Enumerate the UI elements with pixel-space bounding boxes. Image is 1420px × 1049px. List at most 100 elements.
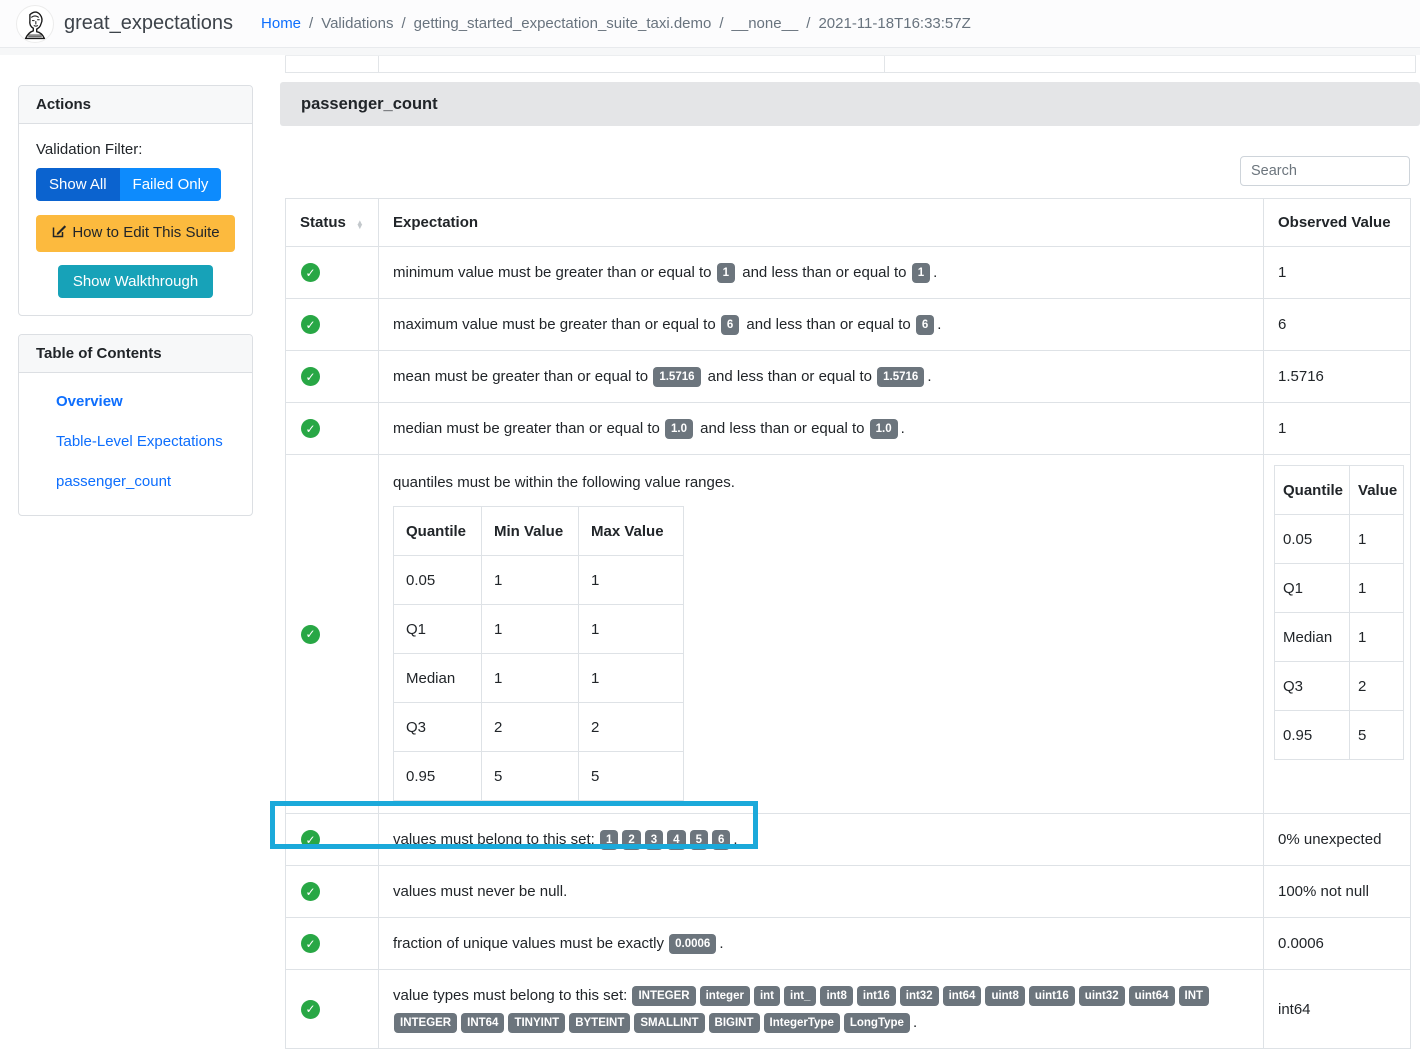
mini-table-cell: 2: [481, 702, 579, 752]
status-pass-icon: ✓: [301, 263, 320, 282]
mini-table-row: Q1 1 1: [393, 604, 684, 654]
how-to-edit-suite-button[interactable]: How to Edit This Suite: [36, 215, 235, 252]
observed-quantile-table: Quantile Value 0.05 1 Q1 1 Median 1 Q3 2 0.95 5: [1273, 465, 1405, 760]
expectation-cell: maximum value must be greater than or eq…: [378, 298, 1264, 351]
expectation-cell: value types must belong to this set: INT…: [378, 969, 1264, 1049]
expectation-text: quantiles must be within the following v…: [393, 474, 735, 491]
mini-table-cell: 1: [578, 604, 684, 654]
value-badge: 1.0: [665, 419, 693, 440]
previous-table-fragment: [285, 55, 1416, 73]
expectation-text: values must never be null.: [393, 883, 568, 900]
mini-table-cell: 2: [1349, 661, 1405, 711]
value-badge: 0.0006: [669, 934, 717, 955]
value-badge: uint16: [1028, 986, 1075, 1007]
pencil-square-icon: [51, 224, 72, 241]
mini-table-cell: 1: [1349, 514, 1405, 564]
expectation-table: Status ▲ ▼ Expectation Observed Value ✓ min…: [270, 198, 1411, 1049]
expectation-text: median must be greater than or equal to …: [393, 415, 1249, 442]
value-badge: int_: [784, 986, 817, 1007]
expectation-text: maximum value must be greater than or eq…: [393, 311, 1249, 338]
breadcrumb-item[interactable]: Home: [261, 15, 301, 32]
expectation-text: mean must be greater than or equal to 1.…: [393, 363, 1249, 390]
table-of-contents-panel: Table of Contents Overview Table-Level Ex…: [18, 333, 253, 516]
mini-table-cell: Median: [393, 653, 482, 703]
mini-table-cell: 1: [1349, 612, 1405, 662]
show-all-button[interactable]: Show All: [36, 168, 120, 201]
expectation-row: ✓ value types must belong to this set: IN…: [285, 969, 1411, 1049]
value-badge: 1.0: [869, 419, 898, 440]
mini-table-cell: Q3: [393, 702, 482, 752]
value-badge: BYTEINT: [569, 1013, 631, 1034]
mini-table-row: 0.95 5: [1273, 710, 1405, 760]
toc-list: Overview Table-Level Expectations passenge…: [19, 373, 252, 515]
expectation-cell: values must belong to this set: 123456.: [378, 813, 1264, 866]
value-badge: 1.5716: [653, 367, 701, 388]
sidebar: Actions Validation Filter: Show All Fail…: [18, 85, 253, 534]
expectation-cell: mean must be greater than or equal to 1.…: [378, 350, 1264, 403]
value-badge: 3: [644, 830, 664, 851]
mini-table-header: Min Value: [481, 506, 579, 556]
value-badge: INT64: [461, 1013, 505, 1034]
toc-item[interactable]: Overview: [36, 390, 235, 414]
mini-table-row: Median 1 1: [393, 653, 684, 703]
value-badge: uint64: [1128, 986, 1175, 1007]
expectation-column-header: Expectation: [378, 198, 1264, 247]
expectation-row: ✓ quantiles must be within the following …: [285, 454, 1411, 814]
validation-filter-label: Validation Filter:: [36, 141, 143, 158]
brand-title[interactable]: great_expectations: [64, 12, 233, 35]
mini-table-row: Q1 1: [1273, 563, 1405, 613]
status-cell: ✓: [285, 454, 379, 814]
value-badge: 5: [689, 830, 708, 851]
observed-value: 6: [1263, 298, 1411, 351]
value-badge: int8: [820, 986, 853, 1007]
value-badge: 6: [711, 830, 731, 851]
mini-table-cell: 1: [1349, 563, 1405, 613]
status-cell: ✓: [285, 298, 379, 351]
mini-table-cell: 1: [481, 653, 579, 703]
mini-table-cell: 5: [1349, 710, 1405, 760]
status-pass-icon: ✓: [301, 624, 320, 644]
mini-table-header: Max Value: [578, 506, 684, 556]
great-expectations-logo-icon[interactable]: [16, 4, 54, 43]
observed-value: 0% unexpected: [1263, 813, 1411, 866]
toc-item[interactable]: Table-Level Expectations: [36, 430, 235, 454]
expectation-text: value types must belong to this set: INT…: [393, 982, 1249, 1036]
mini-table-cell: 0.95: [393, 751, 482, 801]
mini-table-header: Quantile: [393, 506, 482, 556]
status-cell: ✓: [285, 917, 379, 970]
status-cell: ✓: [285, 350, 379, 403]
mini-table-row: 0.05 1: [1273, 514, 1405, 564]
status-column-header: Status ▲ ▼: [285, 198, 379, 247]
breadcrumb-item: Validations: [321, 15, 394, 32]
search-input[interactable]: [1240, 156, 1410, 186]
status-pass-icon: ✓: [301, 999, 320, 1019]
show-walkthrough-button[interactable]: Show Walkthrough: [57, 264, 214, 298]
value-badge: int: [753, 986, 780, 1007]
failed-only-button[interactable]: Failed Only: [119, 168, 222, 201]
mini-table-cell: 5: [481, 751, 579, 801]
toc-item[interactable]: passenger_count: [36, 470, 235, 494]
column-section-header: passenger_count: [280, 82, 1420, 126]
expectation-text: fraction of unique values must be exactl…: [393, 930, 1249, 957]
expectation-row: ✓ values must belong to this set: 123456.…: [270, 801, 1411, 866]
value-badge: int32: [899, 986, 939, 1007]
value-badge: SMALLINT: [634, 1013, 705, 1034]
status-pass-icon: ✓: [301, 882, 320, 901]
breadcrumb-item: getting_started_expectation_suite_taxi.d…: [413, 15, 712, 32]
value-badge: 1: [716, 263, 736, 284]
value-badge: INTEGER: [394, 1013, 458, 1034]
value-badge: IntegerType: [763, 1013, 840, 1034]
section-divider: [0, 48, 1420, 55]
actions-panel: Actions Validation Filter: Show All Fail…: [18, 85, 253, 316]
status-pass-icon: ✓: [301, 419, 320, 438]
status-cell: ✓: [285, 246, 379, 299]
mini-table-row: Median 1: [1273, 612, 1405, 662]
status-pass-icon: ✓: [301, 315, 320, 334]
value-badge: int64: [942, 986, 982, 1007]
sort-icon[interactable]: ▲ ▼: [356, 218, 364, 231]
mini-table-cell: Q3: [1273, 661, 1351, 711]
expectation-table-header-row: Status ▲ ▼ Expectation Observed Value: [285, 198, 1411, 247]
mini-table-cell: 1: [481, 555, 579, 605]
value-badge: LongType: [843, 1013, 910, 1034]
mini-table-header: Quantile: [1273, 465, 1351, 515]
